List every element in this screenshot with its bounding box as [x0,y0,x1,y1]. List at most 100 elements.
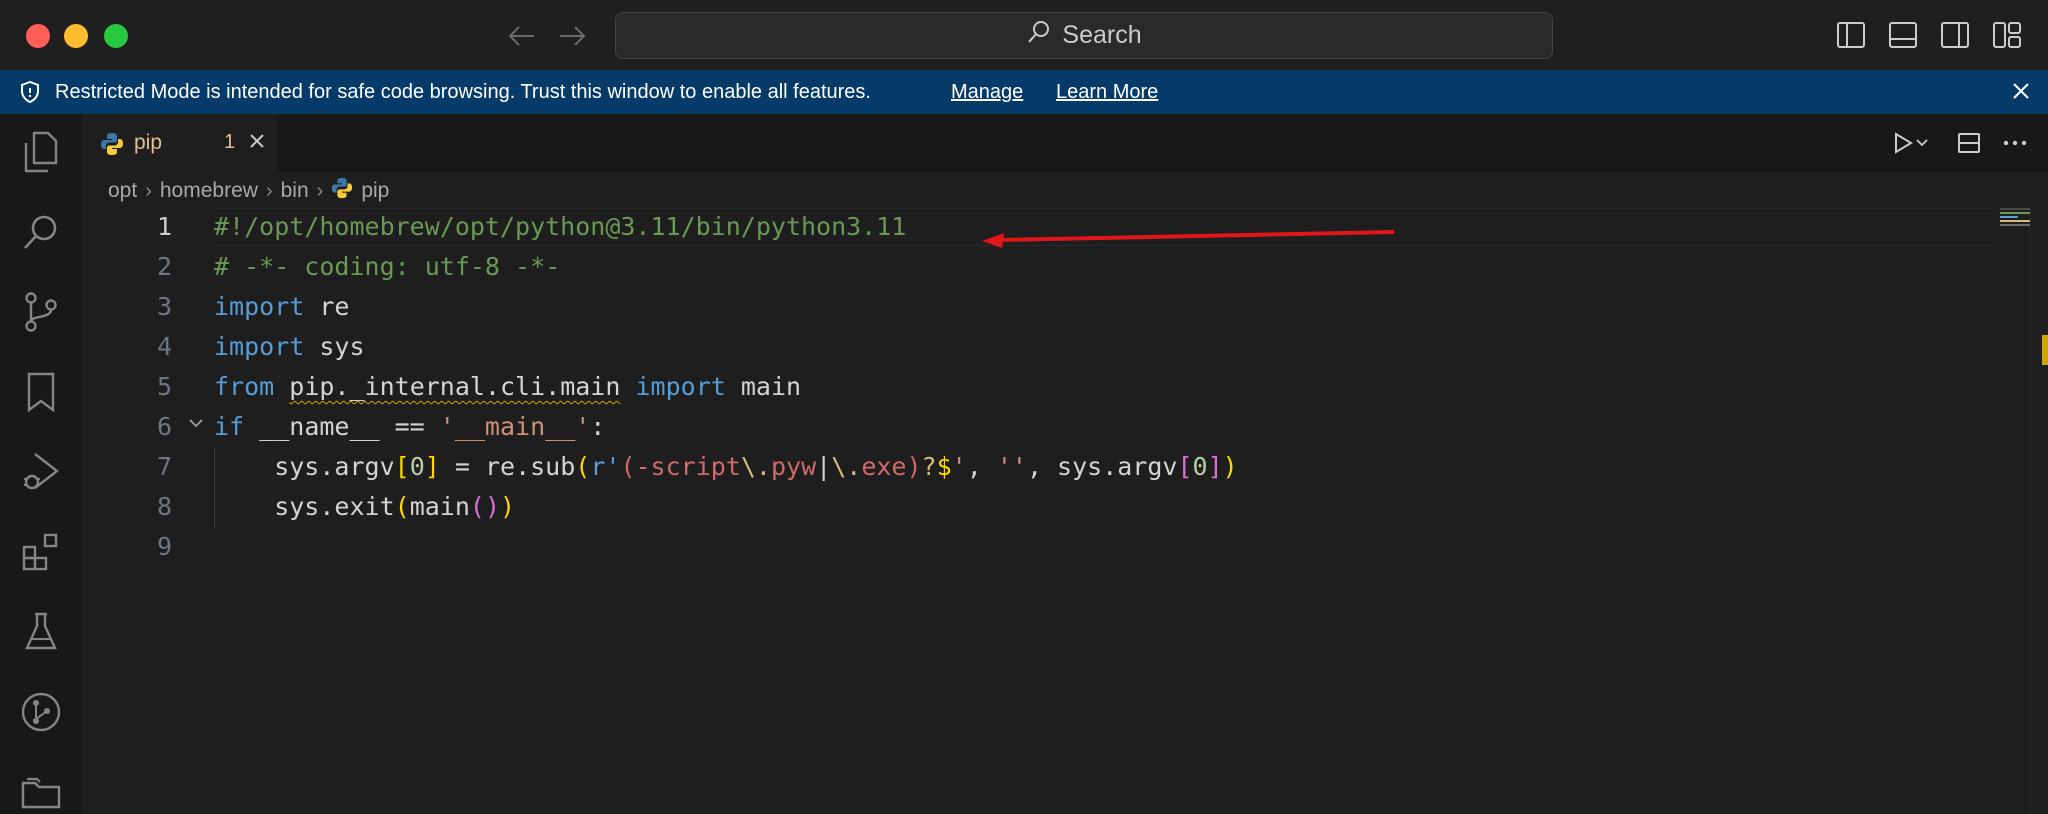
identifier: main [409,492,470,521]
bracket: () [469,492,501,521]
module-name-warning[interactable]: pip._internal.cli.main [289,372,620,401]
tab-label: pip [134,131,163,154]
line-number: 4 [156,332,172,361]
breadcrumb-item[interactable]: bin [281,179,309,203]
code-line-6: if __name__ == '__main__': [214,408,605,446]
red-annotation-arrow-icon [982,230,1395,248]
customize-layout-icon[interactable] [1990,18,2024,52]
code-line-5: from pip._internal.cli.main import main [214,368,801,406]
close-banner-icon[interactable] [2008,78,2034,110]
python-file-icon [100,132,124,161]
code-editor[interactable]: 1 2 3 4 5 6 7 8 9 #!/opt/homebrew/opt/py… [82,206,2048,814]
git-graph-icon[interactable] [19,690,63,734]
title-bar: Search [0,0,2048,71]
identifier: , sys.argv [1026,452,1178,481]
minimize-window-button[interactable] [64,24,88,48]
encoding-comment: # -*- coding: utf-8 -*- [214,252,561,281]
banner-message: Restricted Mode is intended for safe cod… [55,81,871,103]
shield-icon [20,80,40,109]
identifier: re [304,292,350,321]
number: 0 [409,452,425,481]
bracket: ( [575,452,591,481]
regex-escape: \. [740,452,771,481]
bookmarks-icon[interactable] [19,370,63,414]
command-center-search[interactable]: Search [615,12,1553,59]
raw-string-prefix: r' [590,452,621,481]
testing-flask-icon[interactable] [19,610,63,654]
code-line-7: sys.argv[0] = re.sub(r'(-script\.pyw|\.e… [214,448,1238,486]
bracket: ) [500,492,516,521]
zoom-window-button[interactable] [104,24,128,48]
explorer-icon[interactable] [19,130,63,174]
line-number: 6 [156,412,172,441]
breadcrumb-separator-icon: › [316,179,324,202]
breadcrumb: opt › homebrew › bin › pip [108,176,389,206]
code-line-1: #!/opt/homebrew/opt/python@3.11/bin/pyth… [214,208,906,246]
tab-pip[interactable]: pip 1 [82,114,277,172]
identifier: main [725,372,802,401]
close-tab-icon[interactable] [246,130,268,157]
toggle-panel-icon[interactable] [1886,18,1920,52]
punctuation: , [966,452,997,481]
keyword: from [214,372,275,401]
manage-link[interactable]: Manage [951,81,1023,104]
python-file-icon [331,177,353,205]
line-number: 5 [156,372,172,401]
shebang-comment: #!/opt/homebrew/opt/python@3.11/bin/pyth… [214,212,907,241]
close-window-button[interactable] [26,24,50,48]
identifier: __name__ == [244,412,440,441]
bracket: ] [1207,452,1223,481]
run-options-chevron-down-icon[interactable] [1912,128,1932,158]
identifier: sys.exit [214,492,395,521]
identifier: sys.argv [214,452,395,481]
warning-scroll-marker [2042,335,2048,365]
problems-badge: 1 [224,131,236,153]
code-line-4: import sys [214,328,365,366]
vertical-scrollbar[interactable] [2030,206,2048,814]
identifier: sys [304,332,365,361]
folders-icon[interactable] [19,770,63,814]
search-label: Search [1062,21,1142,49]
keyword: import [214,332,305,361]
restricted-mode-banner: Restricted Mode is intended for safe cod… [0,70,2048,114]
breadcrumb-separator-icon: › [145,179,152,202]
breadcrumb-separator-icon: › [265,179,273,202]
search-icon[interactable] [19,210,63,254]
split-editor-icon[interactable] [1954,128,1984,158]
regex-quantifier: ? [921,452,937,481]
search-icon [1026,19,1052,52]
line-number: 1 [156,212,172,241]
toggle-secondary-sidebar-icon[interactable] [1938,18,1972,52]
code-line-2: # -*- coding: utf-8 -*- [214,248,560,286]
regex-anchor: $ [936,452,952,481]
regex: exe) [861,452,922,481]
regex: (-script [620,452,741,481]
line-number: 7 [156,452,172,481]
identifier: = re.sub [439,452,576,481]
string-quote: ' [951,452,967,481]
breadcrumb-item[interactable]: opt [108,179,137,203]
line-number: 2 [156,252,172,281]
keyword: import [214,292,305,321]
forward-arrow-icon[interactable] [550,14,594,58]
number: 0 [1192,452,1208,481]
toggle-primary-sidebar-icon[interactable] [1834,18,1868,52]
punctuation: : [590,412,606,441]
keyword: import [635,372,726,401]
learn-more-link[interactable]: Learn More [1056,81,1158,104]
more-actions-icon[interactable] [2000,128,2030,158]
source-control-icon[interactable] [19,290,63,334]
run-and-debug-icon[interactable] [19,450,63,494]
string-literal: '' [996,452,1027,481]
breadcrumb-item[interactable]: pip [361,179,389,203]
bracket: ( [394,492,410,521]
breadcrumb-item[interactable]: homebrew [160,179,258,203]
text-cursor: | [816,452,832,481]
line-number: 9 [156,532,172,561]
extensions-icon[interactable] [19,530,63,574]
bracket: [ [394,452,410,481]
fold-chevron-down-icon[interactable] [188,416,204,434]
line-number: 8 [156,492,172,521]
editor-tab-bar: pip 1 [82,114,2048,172]
back-arrow-icon[interactable] [500,14,544,58]
